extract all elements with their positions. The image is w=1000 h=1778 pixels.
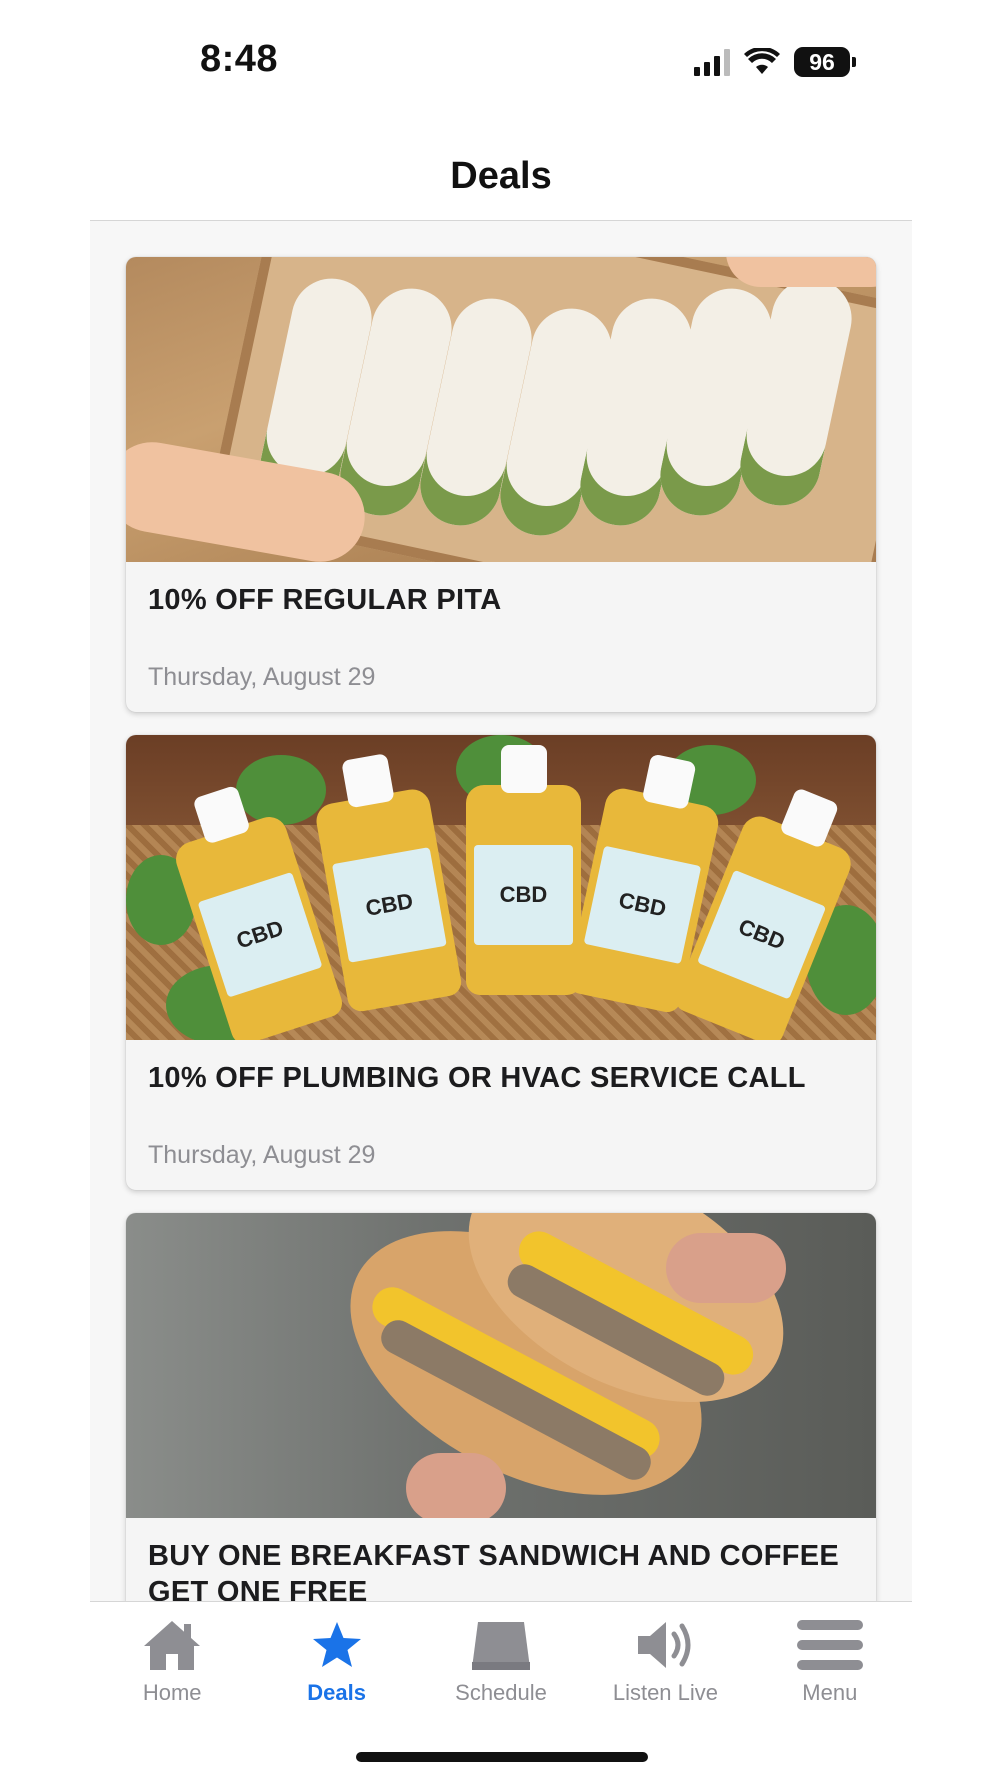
home-indicator[interactable] <box>356 1752 648 1762</box>
deal-date: Thursday, August 29 <box>148 1141 376 1169</box>
deals-list[interactable]: 10% OFF REGULAR PITA Thursday, August 29… <box>90 221 912 1601</box>
status-time: 8:48 <box>200 38 279 80</box>
bottle-label: CBD <box>197 871 323 998</box>
tab-label: Menu <box>802 1680 858 1705</box>
status-icons: 96 <box>694 44 856 80</box>
tab-deals[interactable]: Deals <box>254 1602 418 1712</box>
star-icon <box>302 1616 372 1674</box>
battery-indicator: 96 <box>794 47 856 77</box>
cellular-signal-icon <box>694 48 730 76</box>
pita-wraps-photo <box>126 257 876 562</box>
deal-card[interactable]: BUY ONE BREAKFAST SANDWICH AND COFFEE GE… <box>126 1213 876 1601</box>
tab-label: Schedule <box>455 1680 547 1705</box>
tab-label: Home <box>142 1680 202 1705</box>
deal-date: Thursday, August 29 <box>148 663 376 691</box>
speaker-icon <box>630 1616 700 1674</box>
wifi-icon <box>744 48 780 74</box>
deal-title: BUY ONE BREAKFAST SANDWICH AND COFFEE GE… <box>148 1540 840 1601</box>
cbd-oil-bottles-photo: CBD CBD CBD CBD CBD <box>126 735 876 1040</box>
tab-label: Listen Live <box>612 1680 719 1705</box>
deal-card[interactable]: CBD CBD CBD CBD CBD 10% OFF PLUMBING OR … <box>126 735 876 1190</box>
tab-listen-live[interactable]: Listen Live <box>583 1602 747 1712</box>
breakfast-sandwich-photo <box>126 1213 876 1518</box>
page-title: Deals <box>450 154 552 197</box>
house-icon <box>137 1616 207 1674</box>
hamburger-icon <box>795 1616 865 1674</box>
bottle-label: CBD <box>474 845 573 945</box>
calendar-icon <box>466 1616 536 1674</box>
tab-schedule[interactable]: Schedule <box>419 1602 583 1712</box>
deal-title: 10% OFF REGULAR PITA <box>148 584 502 616</box>
nav-header: Deals <box>90 120 912 221</box>
deal-card[interactable]: 10% OFF REGULAR PITA Thursday, August 29 <box>126 257 876 712</box>
tab-menu[interactable]: Menu <box>748 1602 912 1712</box>
status-bar: 8:48 96 <box>0 0 1000 120</box>
tab-label: Deals <box>307 1680 366 1705</box>
tab-home[interactable]: Home <box>90 1602 254 1712</box>
tab-bar: Home Deals Schedule Listen Live Menu <box>90 1601 912 1712</box>
bottle-label: CBD <box>331 847 447 963</box>
bottle-label: CBD <box>583 845 702 965</box>
deal-title: 10% OFF PLUMBING OR HVAC SERVICE CALL <box>148 1062 806 1094</box>
